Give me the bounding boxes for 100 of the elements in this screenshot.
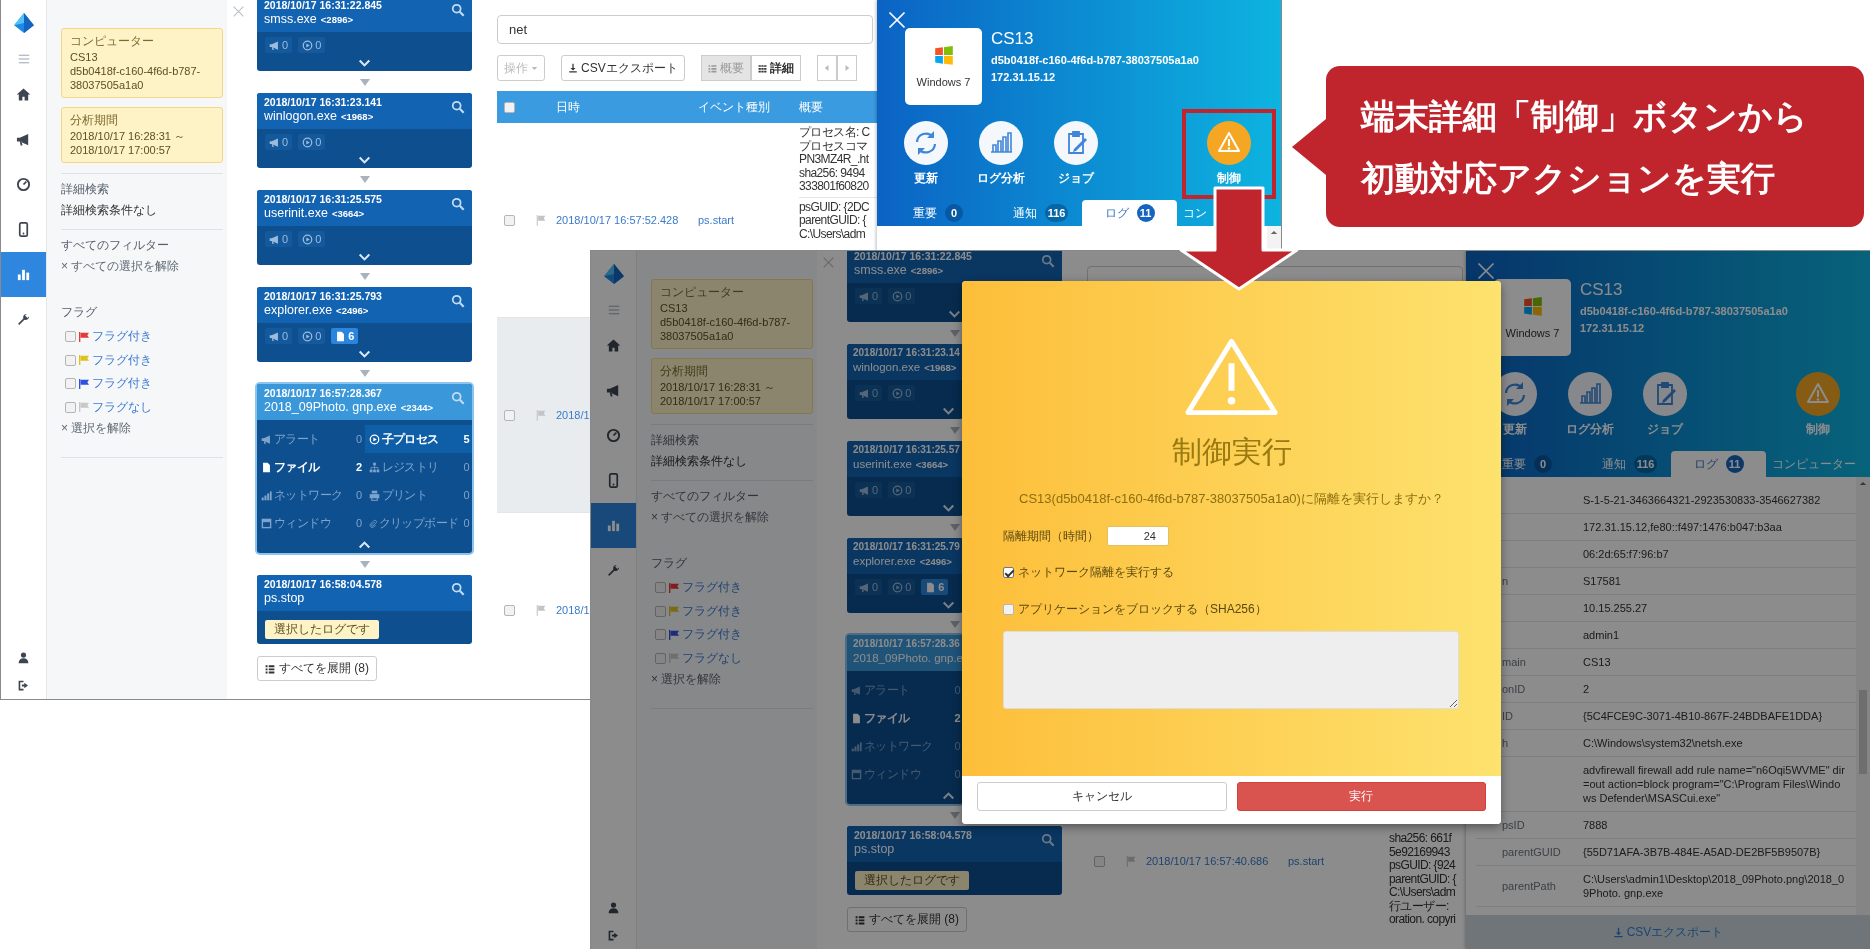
chevron-down-icon[interactable] — [948, 310, 961, 318]
expand-all-button[interactable]: すべてを展開 (8) — [847, 907, 967, 932]
chevron-down-icon[interactable] — [942, 601, 955, 609]
select-all-checkbox[interactable] — [504, 101, 515, 113]
date-link[interactable]: 2018/1 — [556, 409, 590, 421]
previous-page-button[interactable] — [816, 55, 837, 81]
panel-tab[interactable]: コン — [1177, 200, 1213, 226]
action-button[interactable]: 制御 — [1788, 372, 1848, 438]
flag-filter-link[interactable]: フラグ付き — [682, 579, 742, 597]
category-tab[interactable]: プリント 0 — [364, 481, 472, 509]
csv-export-button[interactable]: CSVエクスポート — [561, 55, 685, 81]
search-icon[interactable] — [1041, 833, 1055, 847]
search-icon[interactable] — [451, 197, 465, 211]
flag-filter-link[interactable]: フラグなし — [92, 398, 152, 416]
event-card[interactable]: 2018/10/17 16:31:23.14 winlogon.exe <1968> 0 0 — [847, 344, 963, 419]
checkbox[interactable] — [655, 582, 666, 594]
category-tab[interactable]: ウィンドウ 0 — [257, 509, 365, 537]
flag-filter-link[interactable]: フラグ付き — [92, 351, 152, 369]
menu-icon[interactable] — [16, 52, 31, 66]
checkbox[interactable] — [1003, 603, 1014, 615]
flag-filter-link[interactable]: フラグ付き — [92, 375, 152, 393]
checkbox[interactable] — [655, 629, 666, 641]
date-link[interactable]: 2018/1 — [556, 604, 590, 616]
search-icon[interactable] — [451, 391, 465, 405]
logout-icon[interactable] — [17, 678, 30, 692]
event-type-link[interactable]: ps.start — [698, 214, 735, 226]
checkbox[interactable] — [65, 331, 76, 343]
view-toggle[interactable]: 詳細 — [750, 55, 801, 81]
date-link[interactable]: 2018/10/17 16:57:40.686 — [1146, 855, 1269, 867]
hash-input-field[interactable] — [1003, 631, 1459, 709]
chevron-down-icon[interactable] — [942, 504, 955, 512]
flag-filter-link[interactable]: フラグなし — [682, 649, 742, 667]
scrollbar[interactable] — [1856, 477, 1870, 915]
checkbox[interactable] — [65, 401, 76, 413]
flag-icon[interactable] — [536, 409, 546, 421]
clear-selection-link[interactable]: × 選択を解除 — [651, 671, 722, 688]
search-field[interactable]: net — [497, 15, 873, 44]
category-tab[interactable]: ファイル 2 — [257, 453, 365, 481]
row-checkbox[interactable] — [504, 604, 515, 616]
category-tab[interactable]: アラート 0 — [257, 425, 365, 453]
chevron-down-icon[interactable] — [358, 156, 371, 164]
event-card[interactable]: 2018/10/17 16:58:04.578 ps.stop 選択したログです — [847, 826, 1062, 895]
search-icon[interactable] — [451, 294, 465, 308]
chevron-down-icon[interactable] — [358, 59, 371, 67]
panel-tab[interactable]: 通知 116 — [1588, 451, 1671, 477]
execute-button[interactable]: 実行 — [1236, 782, 1486, 811]
chevron-up-icon[interactable] — [942, 792, 955, 800]
event-card[interactable]: 2018/10/17 16:31:25.793 explorer.exe <2496> 0 0 6 — [257, 287, 472, 362]
panel-tab[interactable]: 重要 0 — [877, 200, 999, 226]
row-checkbox[interactable] — [1094, 855, 1105, 867]
category-tab[interactable]: ファイル 2 — [847, 704, 963, 732]
event-card[interactable]: 2018/10/17 16:31:25.79 explorer.exe <2496> 0 0 6 — [847, 538, 963, 613]
row-checkbox[interactable] — [504, 214, 515, 226]
user-icon[interactable] — [607, 900, 620, 914]
category-tab[interactable]: ネットワーク 0 — [257, 481, 365, 509]
date-link[interactable]: 2018/10/17 16:57:52.428 — [556, 214, 679, 226]
event-type-link[interactable]: ps.start — [1288, 855, 1325, 867]
duration-field[interactable]: 24 — [1107, 526, 1169, 546]
action-button[interactable]: 更新 — [896, 121, 956, 187]
checkbox[interactable] — [1003, 566, 1014, 578]
search-icon[interactable] — [451, 100, 465, 114]
clear-selection-link[interactable]: × すべての選択を解除 — [61, 258, 180, 275]
panel-tab[interactable]: ログ 11 — [1082, 200, 1177, 226]
event-card[interactable]: 2018/10/17 16:31:25.575 userinit.exe <3664> 0 0 — [257, 190, 472, 265]
clear-selection-link[interactable]: × 選択を解除 — [61, 420, 132, 437]
action-button[interactable]: ログ分析 — [1560, 372, 1620, 438]
flag-filter-link[interactable]: フラグ付き — [682, 602, 742, 620]
chevron-down-icon[interactable] — [358, 350, 371, 358]
category-tab[interactable]: 子プロセス 5 — [364, 425, 472, 453]
chevron-down-icon[interactable] — [358, 253, 371, 261]
action-button[interactable]: ログ分析 — [971, 121, 1031, 187]
search-icon[interactable] — [1041, 254, 1055, 268]
event-card[interactable]: 2018/10/17 16:58:04.578 ps.stop 選択したログです — [257, 575, 472, 644]
csv-export-button[interactable]: CSVエクスポート — [1466, 915, 1870, 949]
panel-tab[interactable]: 通知 116 — [999, 200, 1082, 226]
search-icon[interactable] — [451, 3, 465, 17]
flag-icon[interactable] — [1126, 855, 1136, 867]
panel-tab[interactable]: コンピューター — [1766, 451, 1862, 477]
flag-filter-link[interactable]: フラグ付き — [92, 328, 152, 346]
checkbox[interactable] — [655, 652, 666, 664]
cancel-button[interactable]: キャンセル — [977, 782, 1227, 811]
chevron-up-icon[interactable] — [358, 541, 371, 549]
event-card[interactable]: 2018/10/17 16:31:22.845 smss.exe <2896> 0 0 — [257, 0, 472, 71]
chevron-down-icon[interactable] — [942, 407, 955, 415]
panel-tab[interactable]: ログ 11 — [1671, 451, 1766, 477]
event-card[interactable]: 2018/10/17 16:57:28.367 2018_09Photo. gnp.exe <2344> アラート 0 子プロセス 5 ファイル 2 レジストリ 0 ネットワーク 0 プリント 0 ウィンドウ 0 クリップボード 0 — [257, 384, 472, 553]
flag-filter-link[interactable]: フラグ付き — [682, 626, 742, 644]
checkbox[interactable] — [655, 605, 666, 617]
search-icon[interactable] — [451, 582, 465, 596]
action-button[interactable]: ジョブ — [1046, 121, 1106, 187]
flag-icon[interactable] — [536, 604, 546, 616]
event-card[interactable]: 2018/10/17 16:31:25.57 userinit.exe <3664> 0 0 — [847, 441, 963, 516]
action-button[interactable]: ジョブ — [1635, 372, 1695, 438]
category-tab[interactable]: クリップボード 0 — [364, 509, 472, 537]
expand-all-button[interactable]: すべてを展開 (8) — [257, 656, 377, 681]
checkbox[interactable] — [65, 378, 76, 390]
view-toggle[interactable]: 概要 — [700, 55, 751, 81]
category-tab[interactable]: レジストリ 0 — [364, 453, 472, 481]
flag-icon[interactable] — [536, 214, 546, 226]
menu-icon[interactable] — [606, 303, 621, 317]
